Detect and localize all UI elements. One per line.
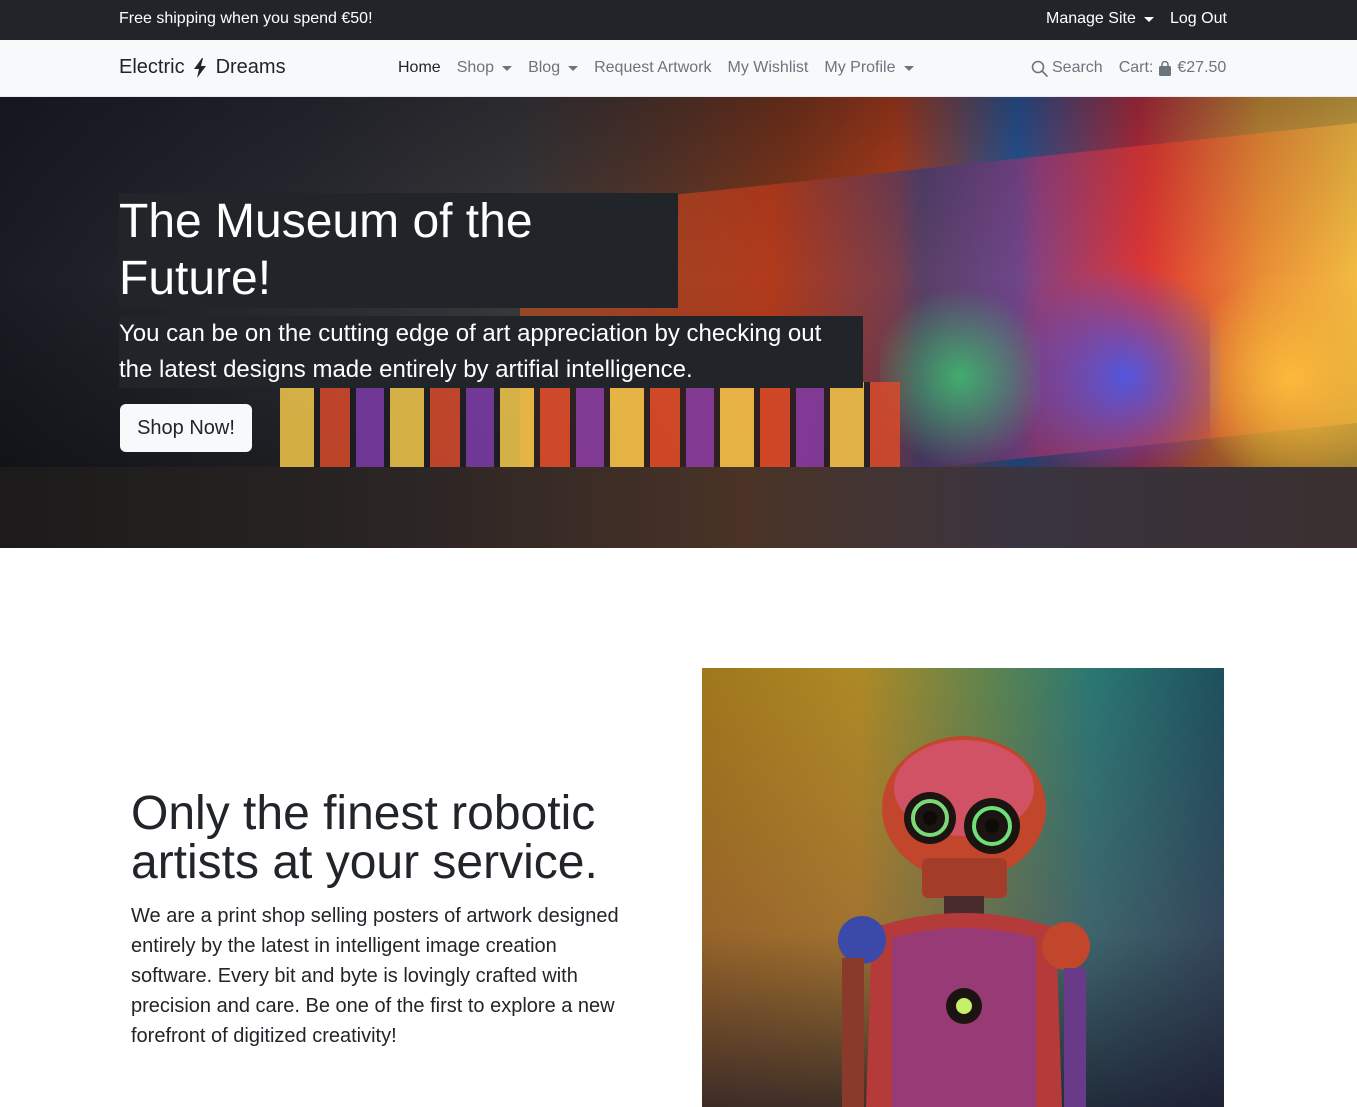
nav-link-label: Request Artwork <box>594 59 712 76</box>
nav-links: Home Shop Blog Request Artwork My Wishli… <box>398 59 930 77</box>
cart-total: €27.50 <box>1177 59 1227 76</box>
caret-down-icon <box>1143 16 1154 22</box>
nav-link-label: Blog <box>528 59 561 76</box>
robot-illustration <box>838 736 1090 1107</box>
promo-text: Free shipping when you spend €50! <box>119 10 373 27</box>
nav-utilities: Search Cart: €27.50 <box>1031 59 1226 77</box>
logout-link[interactable]: Log Out <box>1170 10 1227 28</box>
search-label: Search <box>1052 59 1103 76</box>
hero-title: The Museum of the Future! <box>119 195 533 305</box>
hero-glow-green <box>880 277 1040 477</box>
nav-link-label: Home <box>398 59 441 76</box>
manage-site-dropdown[interactable]: Manage Site <box>1046 10 1154 28</box>
nav-link-label: My Wishlist <box>727 59 809 76</box>
cart-label: Cart: <box>1118 59 1154 76</box>
nav-link-label: My Profile <box>824 59 896 76</box>
nav-link-my-profile[interactable]: My Profile <box>824 59 914 77</box>
nav-link-wishlist[interactable]: My Wishlist <box>727 59 808 77</box>
hero-banner: The Museum of the Future! You can be on … <box>0 97 1357 548</box>
nav-link-blog[interactable]: Blog <box>528 59 579 77</box>
caret-down-icon <box>568 65 579 71</box>
brand-text-left: Electric <box>119 56 185 78</box>
about-body: We are a print shop selling posters of a… <box>131 905 619 1047</box>
hero-gallery-windows <box>280 382 900 472</box>
hero-wet-street <box>0 467 1357 548</box>
promo-bar: Free shipping when you spend €50! Manage… <box>0 0 1357 40</box>
lightning-bolt-icon <box>193 57 206 78</box>
cart-link[interactable]: Cart: €27.50 <box>1119 59 1227 77</box>
shopping-bag-icon <box>1159 60 1172 76</box>
nav-link-home[interactable]: Home <box>398 59 441 77</box>
caret-down-icon <box>903 65 914 71</box>
robot-artwork-image <box>702 668 1224 1107</box>
main-navbar: Electric Dreams Home Shop Blog Request A… <box>0 40 1357 97</box>
about-title: Only the finest robotic artists at your … <box>131 787 598 889</box>
nav-link-shop[interactable]: Shop <box>456 59 513 77</box>
search-link[interactable]: Search <box>1031 59 1103 77</box>
brand-logo[interactable]: Electric Dreams <box>119 56 286 79</box>
nav-link-request-artwork[interactable]: Request Artwork <box>594 59 711 77</box>
caret-down-icon <box>502 65 513 71</box>
shop-now-button[interactable]: Shop Now! <box>120 404 252 452</box>
hero-subtitle: You can be on the cutting edge of art ap… <box>119 320 822 383</box>
manage-site-label: Manage Site <box>1046 10 1136 27</box>
brand-text-right: Dreams <box>215 56 286 78</box>
nav-link-label: Shop <box>456 59 495 76</box>
search-icon <box>1031 60 1048 77</box>
